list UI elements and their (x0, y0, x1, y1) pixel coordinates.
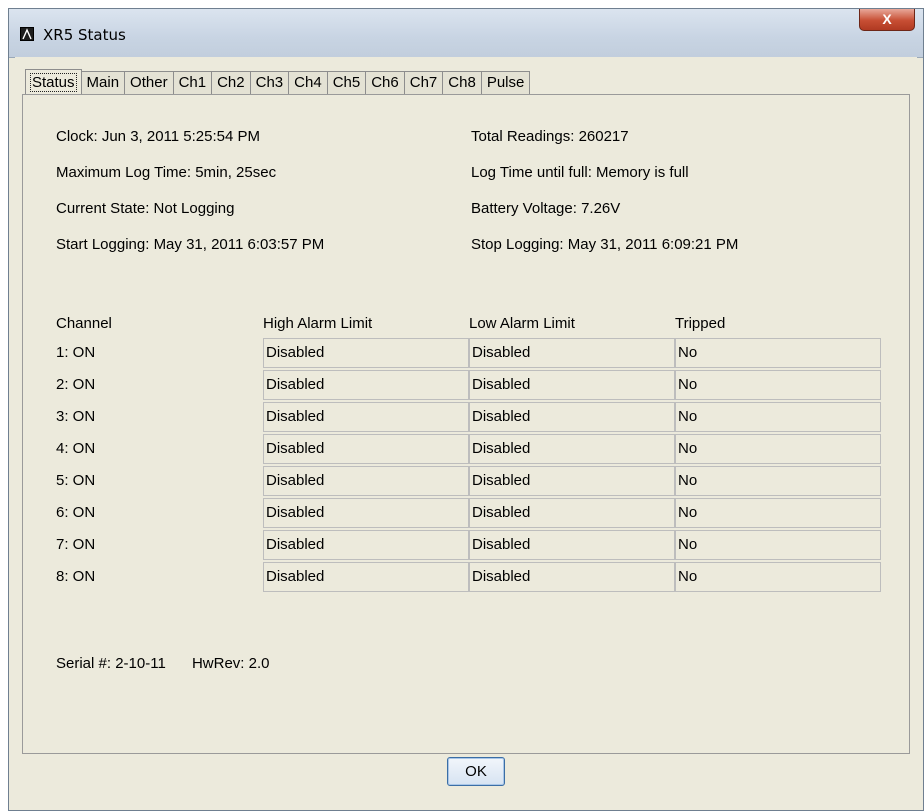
title-bar[interactable]: XR5 Status X (9, 9, 923, 58)
current-state-text: Current State: Not Logging (56, 200, 235, 217)
max-log-time-text: Maximum Log Time: 5min, 25sec (56, 164, 277, 181)
header-channel: Channel (56, 315, 112, 332)
tab-ch7[interactable]: Ch7 (403, 71, 444, 94)
high-alarm-cell[interactable]: Disabled (263, 562, 469, 592)
tab-main[interactable]: Main (80, 71, 126, 94)
serial-number: Serial #: 2-10-11 (56, 655, 166, 672)
low-alarm-cell[interactable]: Disabled (469, 498, 675, 528)
tab-ch2[interactable]: Ch2 (211, 71, 251, 94)
channel-label: 6: ON (56, 504, 96, 521)
high-alarm-cell[interactable]: Disabled (263, 498, 469, 528)
device-info: Serial #: 2-10-11 HwRev: 2.0 (56, 655, 292, 672)
channel-label: 7: ON (56, 536, 96, 553)
tab-ch6[interactable]: Ch6 (365, 71, 405, 94)
high-alarm-cell[interactable]: Disabled (263, 402, 469, 432)
channel-label: 4: ON (56, 440, 96, 457)
tripped-cell[interactable]: No (675, 562, 881, 592)
channel-label: 8: ON (56, 568, 96, 585)
high-alarm-cell[interactable]: Disabled (263, 338, 469, 368)
app-logo-icon (20, 27, 34, 41)
low-alarm-cell[interactable]: Disabled (469, 434, 675, 464)
channel-label: 5: ON (56, 472, 96, 489)
high-alarm-cell[interactable]: Disabled (263, 530, 469, 560)
tab-strip: Status Main Other Ch1 Ch2 Ch3 Ch4 Ch5 Ch… (25, 69, 531, 95)
clock-text: Clock: Jun 3, 2011 5:25:54 PM (56, 128, 261, 145)
tripped-cell[interactable]: No (675, 530, 881, 560)
low-alarm-cell[interactable]: Disabled (469, 402, 675, 432)
tripped-cell[interactable]: No (675, 402, 881, 432)
log-time-until-full-text: Log Time until full: Memory is full (471, 164, 689, 181)
close-button[interactable]: X (859, 9, 915, 31)
channel-label: 2: ON (56, 376, 96, 393)
tripped-cell[interactable]: No (675, 498, 881, 528)
start-logging-text: Start Logging: May 31, 2011 6:03:57 PM (56, 236, 325, 253)
low-alarm-cell[interactable]: Disabled (469, 370, 675, 400)
tab-status[interactable]: Status (25, 69, 82, 94)
channel-label: 3: ON (56, 408, 96, 425)
low-alarm-cell[interactable]: Disabled (469, 530, 675, 560)
low-alarm-cell[interactable]: Disabled (469, 338, 675, 368)
header-low-alarm: Low Alarm Limit (469, 315, 575, 332)
low-alarm-cell[interactable]: Disabled (469, 562, 675, 592)
header-high-alarm: High Alarm Limit (263, 315, 373, 332)
tripped-cell[interactable]: No (675, 466, 881, 496)
tab-other[interactable]: Other (124, 71, 174, 94)
high-alarm-cell[interactable]: Disabled (263, 370, 469, 400)
tab-ch1[interactable]: Ch1 (172, 71, 213, 94)
tab-ch5[interactable]: Ch5 (326, 71, 367, 94)
stop-logging-text: Stop Logging: May 31, 2011 6:09:21 PM (471, 236, 739, 253)
window-title: XR5 Status (43, 26, 126, 44)
ok-button[interactable]: OK (447, 757, 505, 786)
battery-voltage-text: Battery Voltage: 7.26V (471, 200, 621, 217)
status-window: XR5 Status X Status Main Other Ch1 Ch2 C… (8, 8, 924, 811)
header-tripped: Tripped (675, 315, 726, 332)
client-area: Status Main Other Ch1 Ch2 Ch3 Ch4 Ch5 Ch… (15, 57, 917, 804)
total-readings-text: Total Readings: 260217 (471, 128, 629, 145)
hardware-revision: HwRev: 2.0 (191, 655, 270, 672)
status-panel: Clock: Jun 3, 2011 5:25:54 PM Maximum Lo… (22, 94, 910, 754)
high-alarm-cell[interactable]: Disabled (263, 434, 469, 464)
tab-ch3[interactable]: Ch3 (249, 71, 290, 94)
low-alarm-cell[interactable]: Disabled (469, 466, 675, 496)
tab-ch8[interactable]: Ch8 (442, 71, 482, 94)
tripped-cell[interactable]: No (675, 338, 881, 368)
tab-pulse[interactable]: Pulse (480, 71, 531, 94)
tripped-cell[interactable]: No (675, 370, 881, 400)
tab-ch4[interactable]: Ch4 (288, 71, 328, 94)
high-alarm-cell[interactable]: Disabled (263, 466, 469, 496)
tripped-cell[interactable]: No (675, 434, 881, 464)
channel-label: 1: ON (56, 344, 96, 361)
